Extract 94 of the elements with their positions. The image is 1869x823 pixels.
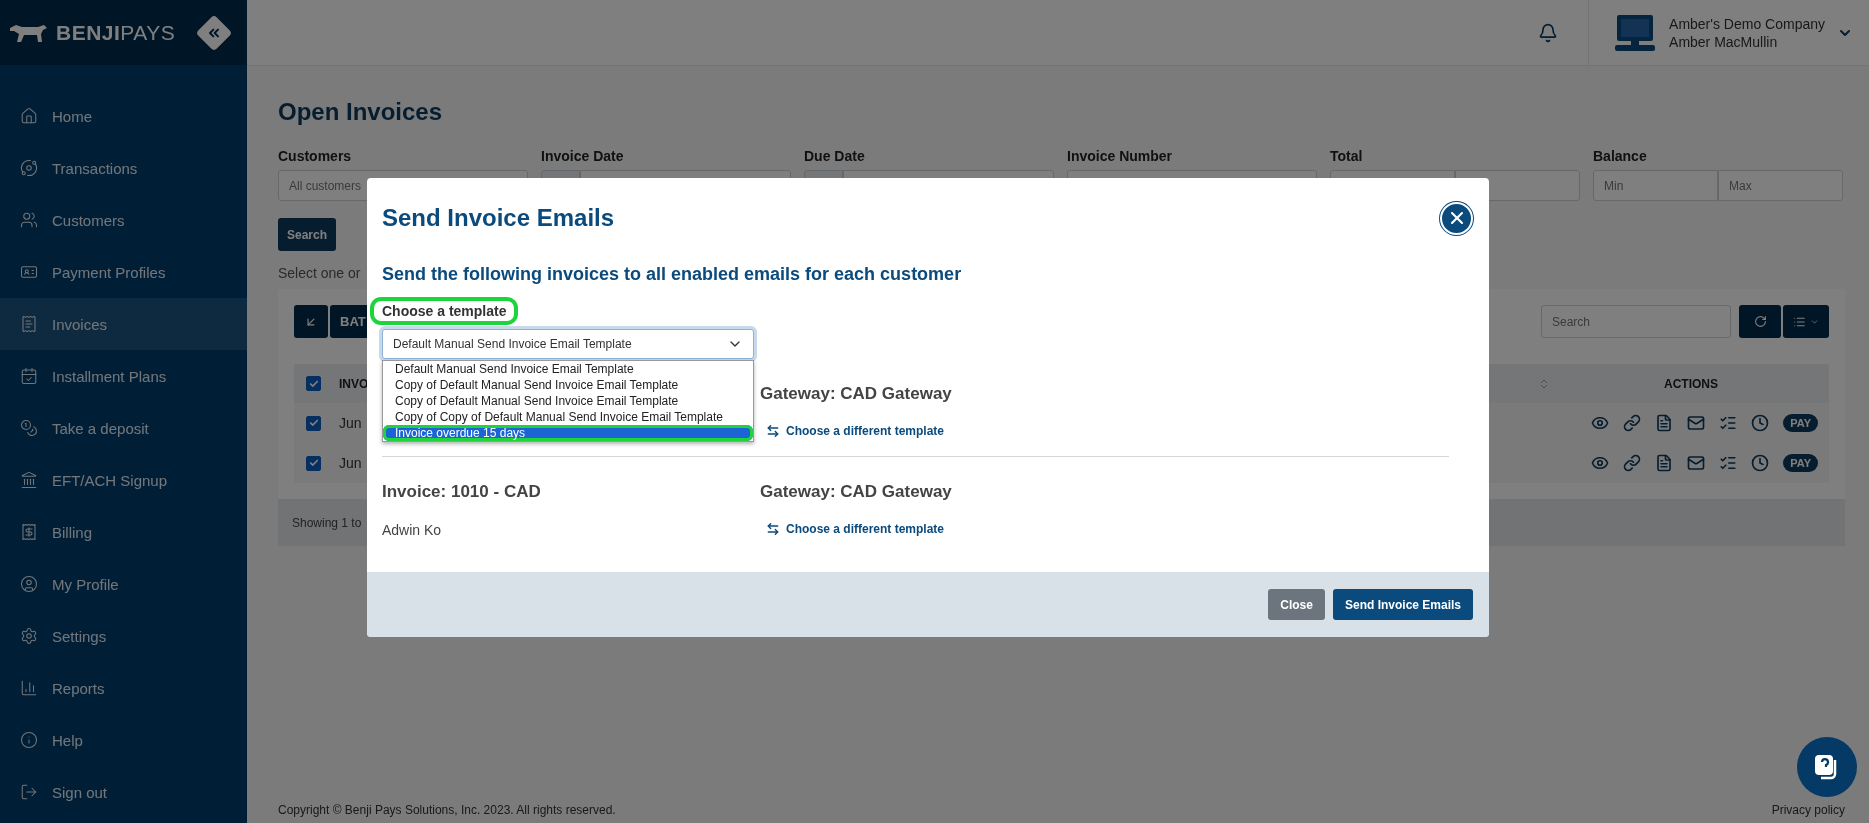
close-button[interactable]: Close bbox=[1268, 589, 1325, 620]
receipt-icon bbox=[20, 523, 38, 541]
document-icon[interactable] bbox=[1655, 414, 1674, 432]
filter-label: Invoice Number bbox=[1067, 148, 1174, 164]
nav-item[interactable]: Installment Plans bbox=[0, 350, 247, 402]
dropdown-option[interactable]: Invoice overdue 15 days bbox=[383, 425, 753, 441]
nav-item[interactable]: Settings bbox=[0, 610, 247, 662]
privacy-link[interactable]: Privacy policy bbox=[1771, 803, 1845, 817]
filter-label: Balance bbox=[1593, 148, 1648, 164]
nav-item[interactable]: Customers bbox=[0, 194, 247, 246]
nav-item[interactable]: Home bbox=[0, 90, 247, 142]
search-button[interactable]: Search bbox=[278, 218, 337, 251]
clock-icon[interactable] bbox=[1751, 454, 1770, 472]
pay-button[interactable]: PAY bbox=[1783, 454, 1818, 472]
chart-icon bbox=[20, 679, 38, 697]
info-icon bbox=[20, 731, 38, 749]
orbit-icon bbox=[20, 159, 38, 177]
checklist-icon[interactable] bbox=[1719, 414, 1738, 432]
column-header: ACTIONS bbox=[1664, 376, 1718, 391]
nav-item[interactable]: Reports bbox=[0, 662, 247, 714]
dropdown-option[interactable]: Copy of Copy of Default Manual Send Invoice Email Template bbox=[383, 409, 753, 425]
logout-icon bbox=[20, 783, 38, 801]
nav-item[interactable]: My Profile bbox=[0, 558, 247, 610]
search-field[interactable]: Search bbox=[1541, 305, 1731, 338]
pagination-text: Showing 1 to bbox=[292, 515, 362, 530]
check-icon bbox=[308, 458, 319, 468]
max-field[interactable]: Max bbox=[1718, 170, 1843, 201]
monitor-icon bbox=[1613, 13, 1658, 52]
nav-item[interactable]: Take a deposit bbox=[0, 402, 247, 454]
nav-item[interactable]: Payment Profiles bbox=[0, 246, 247, 298]
column-header[interactable]: INVO bbox=[339, 376, 369, 391]
link-icon[interactable] bbox=[1623, 414, 1642, 432]
copyright-text: Copyright © Benji Pays Solutions, Inc. 2023. All rights reserved. bbox=[278, 803, 616, 817]
settings-icon bbox=[20, 627, 38, 645]
template-select[interactable]: Default Manual Send Invoice Email Template bbox=[382, 329, 754, 359]
filter-label: Due Date bbox=[804, 148, 866, 164]
document-icon[interactable] bbox=[1655, 454, 1674, 472]
change-template-link[interactable]: Choose a different template bbox=[766, 522, 1449, 536]
gateway-text: Gateway: CAD Gateway bbox=[760, 482, 953, 502]
nav-item[interactable]: Transactions bbox=[0, 142, 247, 194]
gateway-text: Gateway: CAD Gateway bbox=[760, 384, 953, 404]
filter-label: Customers bbox=[278, 148, 353, 164]
send-button[interactable]: Send Invoice Emails bbox=[1332, 589, 1473, 620]
calendar-icon bbox=[20, 367, 38, 385]
checkbox[interactable] bbox=[306, 455, 321, 471]
swap-icon bbox=[766, 424, 780, 438]
company-name: Amber's Demo Company bbox=[1669, 15, 1825, 32]
close-button[interactable] bbox=[1440, 201, 1473, 235]
eye-icon[interactable] bbox=[1591, 414, 1610, 432]
table-cell: Jun bbox=[339, 455, 362, 471]
bell-icon[interactable] bbox=[1538, 22, 1559, 43]
invoice-title: Invoice: 1010 - CAD bbox=[382, 482, 542, 502]
nav-item[interactable]: EFT/ACH Signup bbox=[0, 454, 247, 506]
mail-icon[interactable] bbox=[1687, 454, 1706, 472]
filter-label: Invoice Date bbox=[541, 148, 625, 164]
dropdown-option[interactable]: Copy of Default Manual Send Invoice Email Template bbox=[383, 393, 753, 409]
nav-item[interactable]: Invoices bbox=[0, 298, 247, 350]
hint-text: Select one or bbox=[278, 265, 361, 281]
link-icon[interactable] bbox=[1623, 454, 1642, 472]
home-icon bbox=[20, 107, 38, 125]
check-icon bbox=[308, 418, 319, 428]
receipt-icon bbox=[20, 315, 38, 333]
mail-icon[interactable] bbox=[1687, 414, 1706, 432]
help-button[interactable] bbox=[1797, 737, 1857, 797]
users-icon bbox=[20, 211, 38, 229]
page-title: Open Invoices bbox=[278, 98, 444, 126]
table-cell: Jun bbox=[339, 415, 362, 431]
check-icon bbox=[308, 378, 319, 389]
checklist-icon[interactable] bbox=[1719, 454, 1738, 472]
filter-label: Total bbox=[1330, 148, 1364, 164]
nav-item[interactable]: Billing bbox=[0, 506, 247, 558]
bank-icon bbox=[20, 471, 38, 489]
pay-button[interactable]: PAY bbox=[1783, 414, 1818, 432]
checkbox[interactable] bbox=[306, 376, 321, 391]
refresh-button[interactable] bbox=[1739, 305, 1781, 338]
logo-text: BENJIPAYS bbox=[56, 20, 176, 45]
coins-icon bbox=[20, 419, 38, 437]
nav-item[interactable]: Sign out bbox=[0, 766, 247, 818]
eye-icon[interactable] bbox=[1591, 454, 1610, 472]
change-template-link[interactable]: Choose a different template bbox=[766, 424, 1449, 438]
modal-title: Send Invoice Emails bbox=[382, 204, 615, 232]
user-name: Amber MacMullin bbox=[1669, 33, 1779, 50]
dropdown-option[interactable]: Copy of Default Manual Send Invoice Email Template bbox=[383, 377, 753, 393]
customer-name: Adwin Ko bbox=[382, 522, 443, 538]
clock-icon[interactable] bbox=[1751, 414, 1770, 432]
user-icon bbox=[20, 575, 38, 593]
swap-icon bbox=[766, 522, 780, 536]
min-field[interactable]: Min bbox=[1593, 170, 1718, 201]
id-card-icon bbox=[20, 263, 38, 281]
modal-subtitle: Send the following invoices to all enabled emails for each customer bbox=[382, 264, 963, 285]
checkbox[interactable] bbox=[306, 415, 321, 431]
dropdown-option[interactable]: Default Manual Send Invoice Email Template bbox=[383, 361, 753, 377]
refresh-icon bbox=[1753, 315, 1767, 328]
nav-item[interactable]: Help bbox=[0, 714, 247, 766]
